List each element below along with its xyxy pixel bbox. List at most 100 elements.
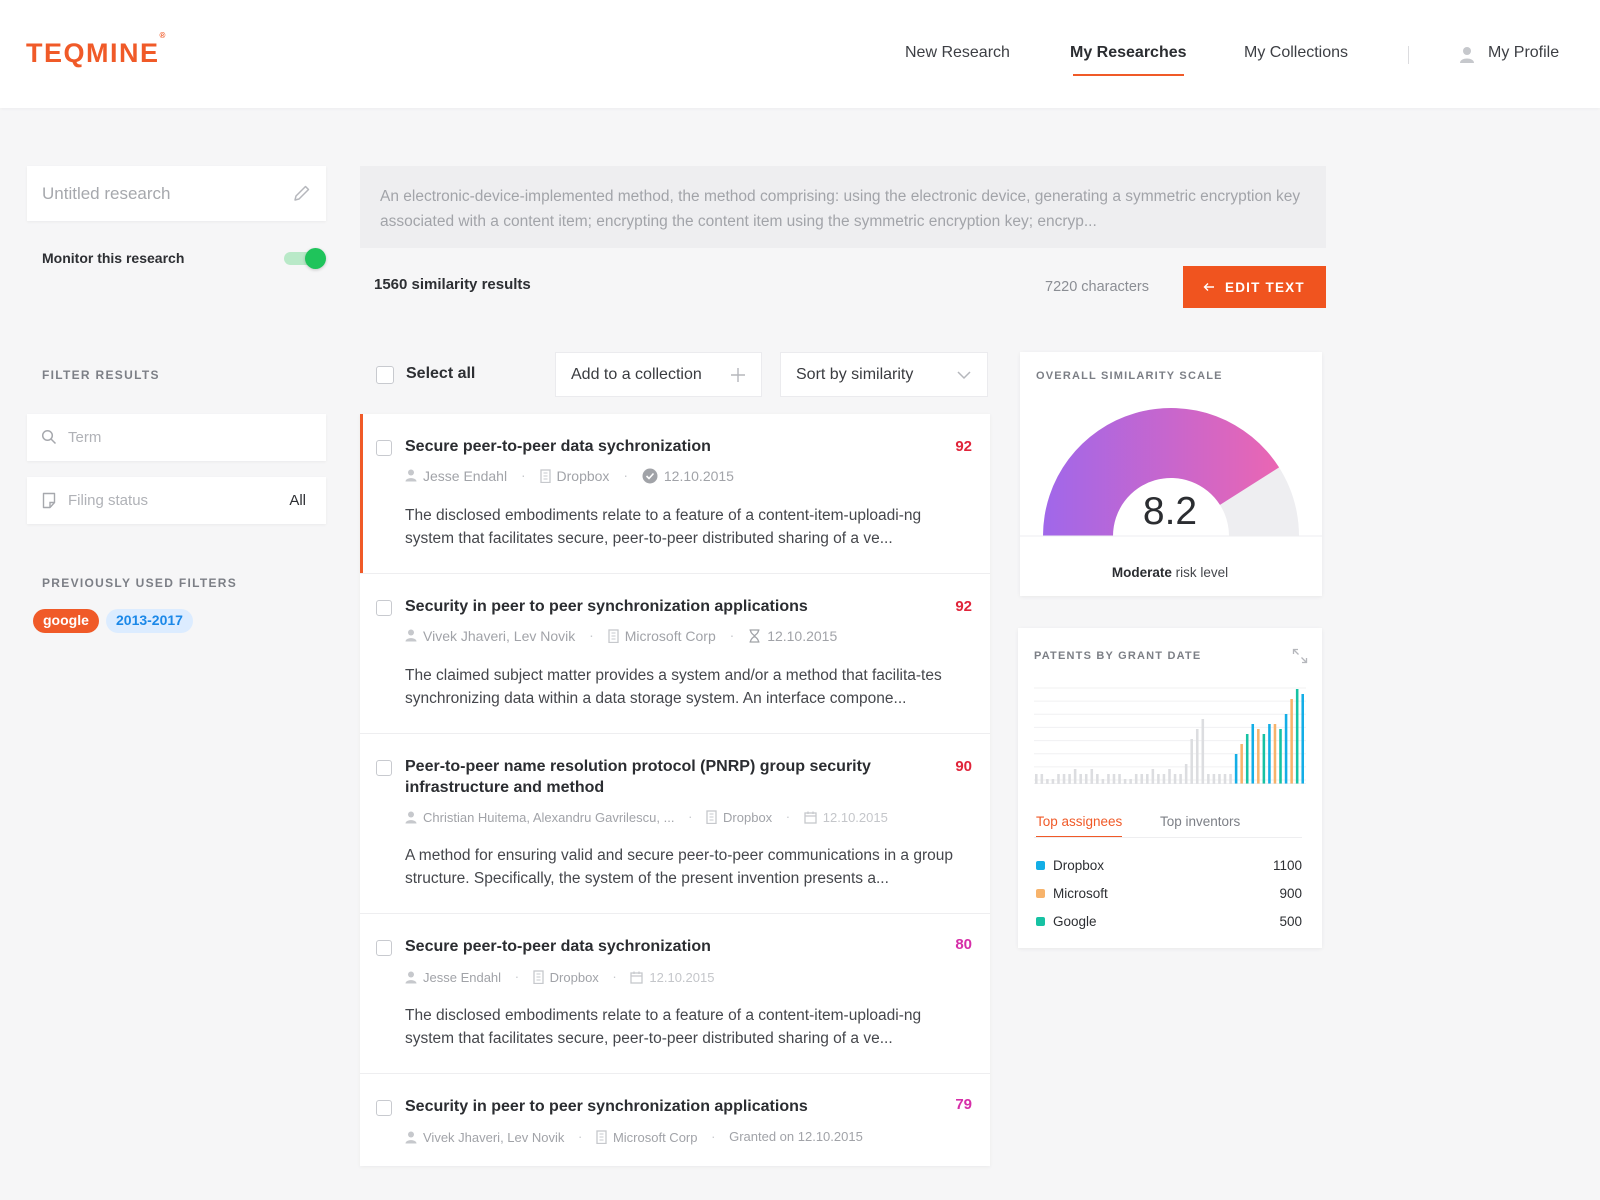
- result-meta: Vivek Jhaveri, Lev Novik · Microsoft Cor…: [405, 626, 837, 644]
- chart-bar: [1290, 699, 1293, 784]
- nav-my-profile[interactable]: My Profile: [1488, 44, 1559, 62]
- result-score: 92: [955, 598, 972, 615]
- result-meta: Jesse Endahl · Dropbox · 12.10.2015: [405, 466, 734, 484]
- result-checkbox[interactable]: [376, 1100, 392, 1116]
- assignee-row[interactable]: Microsoft 900: [1036, 886, 1302, 901]
- result-description: The disclosed embodiments relate to a fe…: [405, 507, 922, 547]
- user-icon: [1460, 47, 1474, 63]
- chart-bar: [1035, 774, 1038, 784]
- chart-bar: [1207, 774, 1210, 784]
- result-item[interactable]: Security in peer to peer synchronization…: [360, 1074, 990, 1166]
- assignee-name: Dropbox: [1053, 858, 1105, 873]
- chart-bar: [1218, 774, 1221, 784]
- tabs-divider: [1034, 837, 1302, 838]
- result-checkbox[interactable]: [376, 760, 392, 776]
- nav-my-collections[interactable]: My Collections: [1244, 44, 1348, 62]
- pencil-icon[interactable]: [292, 183, 312, 203]
- edit-text-button[interactable]: EDIT TEXT: [1183, 266, 1326, 308]
- risk-level-word: Moderate: [1111, 565, 1172, 580]
- chart-bar: [1168, 769, 1171, 784]
- chart-bar: [1295, 689, 1299, 784]
- legend-swatch: [1036, 889, 1045, 898]
- chart-bar: [1223, 774, 1227, 784]
- result-title[interactable]: Security in peer to peer synchronization…: [405, 1096, 875, 1117]
- result-checkbox[interactable]: [376, 600, 392, 616]
- term-placeholder: Term: [68, 429, 102, 446]
- result-item[interactable]: Secure peer-to-peer data sychronization …: [360, 914, 990, 1074]
- tab-top-assignees[interactable]: Top assignees: [1036, 814, 1123, 838]
- result-score: 92: [955, 438, 972, 455]
- research-title-field[interactable]: Untitled research: [27, 166, 326, 221]
- result-title[interactable]: Secure peer-to-peer data sychronization: [405, 936, 875, 957]
- chart-bar: [1245, 734, 1249, 784]
- chart-bar: [1123, 779, 1127, 784]
- legend-swatch: [1036, 917, 1045, 926]
- chart-bar: [1118, 774, 1121, 784]
- filter-results-heading: FILTER RESULTS: [42, 368, 160, 382]
- nav-divider: [1408, 46, 1409, 64]
- chart-bar: [1184, 764, 1188, 784]
- assignee-row[interactable]: Dropbox 1100: [1036, 858, 1302, 873]
- select-all-label[interactable]: Select all: [406, 365, 475, 383]
- research-query-text[interactable]: An electronic-device-implemented method,…: [360, 166, 1326, 248]
- sort-label: Sort by similarity: [796, 366, 914, 383]
- assignee-name: Google: [1053, 914, 1097, 929]
- filter-chip-google[interactable]: google: [33, 609, 99, 633]
- result-title[interactable]: Secure peer-to-peer data sychronization: [405, 436, 875, 457]
- result-company: Dropbox: [556, 467, 610, 484]
- chart-bar: [1062, 774, 1066, 784]
- chevron-down-icon: [957, 371, 971, 380]
- nav-my-researches[interactable]: My Researches: [1070, 44, 1187, 76]
- assignee-name: Microsoft: [1053, 886, 1108, 901]
- chart-bar: [1079, 774, 1082, 784]
- term-filter-input[interactable]: Term: [27, 414, 326, 461]
- result-item[interactable]: Secure peer-to-peer data sychronization …: [360, 414, 990, 574]
- search-icon: [41, 429, 57, 445]
- result-title[interactable]: Peer-to-peer name resolution protocol (P…: [405, 756, 875, 798]
- filing-status-label: Filing status: [68, 492, 149, 509]
- chart-bar: [1051, 779, 1055, 784]
- result-checkbox[interactable]: [376, 940, 392, 956]
- result-item[interactable]: Security in peer to peer synchronization…: [360, 574, 990, 734]
- add-to-collection-button[interactable]: Add to a collection: [555, 352, 762, 397]
- similarity-scale-card: OVERALL SIMILARITY SCALE 8.2 Moderate ri…: [1020, 352, 1322, 596]
- chart-bar: [1257, 729, 1260, 784]
- filter-chip-years[interactable]: 2013-2017: [106, 609, 193, 633]
- building-icon: [539, 469, 551, 484]
- chart-bar: [1234, 754, 1238, 784]
- chart-bar: [1157, 774, 1160, 784]
- tab-top-inventors[interactable]: Top inventors: [1160, 814, 1240, 829]
- results-list: Secure peer-to-peer data sychronization …: [360, 414, 990, 1166]
- result-score: 79: [955, 1096, 972, 1113]
- expand-icon[interactable]: [1292, 648, 1308, 664]
- assignee-row[interactable]: Google 500: [1036, 914, 1302, 929]
- sort-select[interactable]: Sort by similarity: [780, 352, 988, 397]
- result-title[interactable]: Security in peer to peer synchronization…: [405, 596, 875, 617]
- add-to-collection-label: Add to a collection: [571, 366, 702, 383]
- result-item[interactable]: Peer-to-peer name resolution protocol (P…: [360, 734, 990, 914]
- result-company: Dropbox: [549, 969, 599, 985]
- result-authors: Vivek Jhaveri, Lev Novik: [423, 627, 576, 644]
- select-all-checkbox[interactable]: [376, 366, 394, 384]
- building-icon: [533, 970, 544, 985]
- chart-bar: [1284, 714, 1288, 784]
- result-description: A method for ensuring valid and secure p…: [405, 847, 953, 887]
- result-authors: Christian Huitema, Alexandru Gavrilescu,…: [423, 809, 675, 825]
- hourglass-icon: [749, 629, 760, 643]
- nav-new-research[interactable]: New Research: [905, 44, 1010, 62]
- result-description: The claimed subject matter provides a sy…: [405, 667, 942, 707]
- assignee-count: 900: [1279, 886, 1302, 901]
- filing-status-select[interactable]: Filing status All: [27, 477, 326, 524]
- legend-swatch: [1036, 861, 1045, 870]
- chart-bar: [1240, 744, 1243, 784]
- chart-bar: [1057, 774, 1060, 784]
- result-checkbox[interactable]: [376, 440, 392, 456]
- calendar-icon: [804, 811, 817, 824]
- app-header: TEQMINE® New Research My Researches My C…: [0, 0, 1600, 108]
- teqmine-logo[interactable]: TEQMINE®: [26, 31, 167, 69]
- monitor-research-toggle[interactable]: [284, 248, 326, 269]
- result-authors: Vivek Jhaveri, Lev Novik: [423, 1129, 565, 1145]
- building-icon: [706, 810, 717, 825]
- assignee-count: 1100: [1272, 858, 1302, 873]
- result-authors: Jesse Endahl: [423, 467, 508, 484]
